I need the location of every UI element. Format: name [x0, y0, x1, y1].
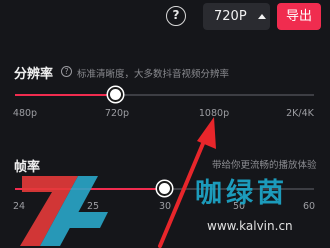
framerate-tick[interactable]: 25	[87, 201, 99, 212]
info-icon[interactable]: ?	[61, 66, 72, 77]
help-icon[interactable]: ?	[166, 6, 186, 26]
resolution-tick[interactable]: 1080p	[199, 108, 229, 119]
export-button[interactable]: 导出	[277, 3, 321, 30]
resolution-tick-labels: 480p 720p 1080p 2K/4K	[0, 108, 330, 122]
resolution-hint: 标准清晰度，大多数抖音视频分辨率	[77, 69, 230, 80]
framerate-slider-handle[interactable]	[157, 181, 172, 196]
resolution-title: 分辨率	[14, 67, 54, 82]
resolution-tick[interactable]: 480p	[13, 108, 37, 119]
export-toolbar: ? 720P 导出	[0, 0, 330, 32]
watermark-text: 咖绿茵	[195, 178, 288, 209]
resolution-slider-handle[interactable]	[108, 87, 123, 102]
resolution-tick[interactable]: 720p	[105, 108, 129, 119]
framerate-title: 帧率	[14, 160, 41, 175]
resolution-slider-fill	[15, 94, 117, 96]
resolution-dropdown[interactable]: 720P	[203, 3, 270, 30]
resolution-slider-track[interactable]	[15, 94, 314, 96]
resolution-dropdown-value: 720P	[214, 9, 247, 24]
framerate-hint: 带给你更流畅的播放体验	[212, 160, 317, 171]
watermark-url: www.kalvin.cn	[207, 219, 293, 233]
framerate-tick[interactable]: 30	[159, 201, 171, 212]
framerate-tick[interactable]: 60	[303, 201, 315, 212]
caret-up-icon	[258, 14, 266, 19]
framerate-slider-fill	[15, 188, 164, 190]
framerate-tick[interactable]: 24	[13, 201, 25, 212]
resolution-tick[interactable]: 2K/4K	[286, 108, 314, 119]
